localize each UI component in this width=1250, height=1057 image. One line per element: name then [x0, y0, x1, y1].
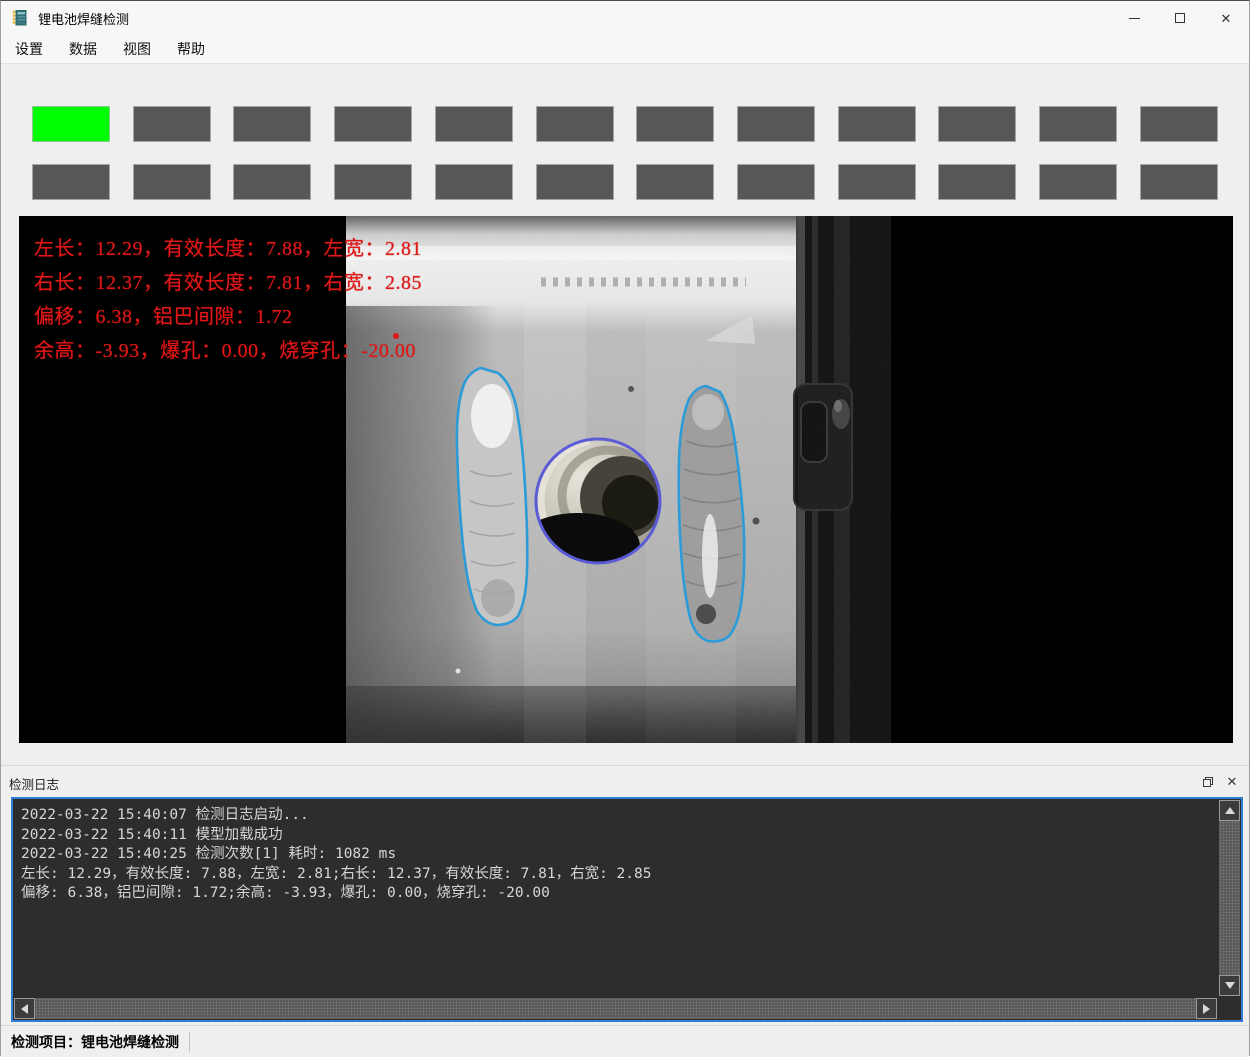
indicator-1-4[interactable] [334, 106, 412, 142]
arrow-down-icon [1225, 982, 1235, 989]
log-viewport[interactable]: 2022-03-22 15:40:07 检测日志启动...2022-03-22 … [11, 797, 1243, 1022]
arrow-right-icon [1203, 1004, 1210, 1014]
indicator-2-10[interactable] [938, 164, 1016, 200]
overlay-line-1: 左长：12.29，有效长度：7.88，左宽：2.81 [34, 232, 422, 258]
log-dock: 检测日志 ✕ 2022-03-22 15:40:07 检测日志启动...2022… [1, 765, 1249, 1025]
menu-item-4[interactable]: 帮助 [173, 37, 209, 61]
status-separator [189, 1032, 190, 1052]
indicator-2-12[interactable] [1140, 164, 1218, 200]
log-line-3: 2022-03-22 15:40:25 检测次数[1] 耗时: 1082 ms [21, 845, 1209, 865]
close-icon: ✕ [1221, 12, 1232, 25]
scroll-left-button[interactable] [14, 998, 35, 1019]
overlay-line-2: 右长：12.37，有效长度：7.81，右宽：2.85 [34, 266, 422, 292]
menu-bar: 设置数据视图帮助 [1, 35, 1249, 64]
menu-item-2[interactable]: 数据 [65, 37, 101, 61]
indicator-2-8[interactable] [737, 164, 815, 200]
indicator-1-6[interactable] [536, 106, 614, 142]
scroll-up-button[interactable] [1219, 800, 1240, 821]
window-controls: ✕ [1111, 1, 1249, 35]
inspection-photo [346, 216, 891, 743]
log-line-2: 2022-03-22 15:40:11 模型加载成功 [21, 826, 1209, 846]
indicator-2-9[interactable] [838, 164, 916, 200]
log-dock-title: 检测日志 [9, 774, 59, 793]
indicator-1-2[interactable] [133, 106, 211, 142]
float-icon [1202, 776, 1214, 788]
log-text: 2022-03-22 15:40:07 检测日志启动...2022-03-22 … [21, 806, 1209, 994]
indicator-2-4[interactable] [334, 164, 412, 200]
indicator-1-12[interactable] [1140, 106, 1218, 142]
app-icon [11, 9, 29, 27]
indicator-1-9[interactable] [838, 106, 916, 142]
indicator-2-6[interactable] [536, 164, 614, 200]
minimize-icon [1129, 18, 1140, 19]
indicator-1-10[interactable] [938, 106, 1016, 142]
arrow-up-icon [1225, 807, 1235, 814]
indicator-1-8[interactable] [737, 106, 815, 142]
maximize-button[interactable] [1157, 1, 1203, 35]
indicator-1-7[interactable] [636, 106, 714, 142]
indicator-row-2 [32, 164, 1218, 200]
log-line-1: 2022-03-22 15:40:07 检测日志启动... [21, 806, 1209, 826]
indicator-2-2[interactable] [133, 164, 211, 200]
indicator-2-3[interactable] [233, 164, 311, 200]
indicator-2-5[interactable] [435, 164, 513, 200]
indicator-1-1[interactable] [32, 106, 110, 142]
maximize-icon [1175, 13, 1185, 23]
indicator-row-1 [32, 106, 1218, 142]
indicator-2-1[interactable] [32, 164, 110, 200]
overlay-line-4: 余高：-3.93，爆孔：0.00，烧穿孔：-20.00 [34, 334, 416, 360]
arrow-left-icon [21, 1004, 28, 1014]
scroll-right-button[interactable] [1196, 998, 1217, 1019]
status-bar: 检测项目：锂电池焊缝检测 [1, 1025, 1249, 1057]
horizontal-scroll-track[interactable] [35, 998, 1196, 1019]
dock-close-icon: ✕ [1227, 774, 1238, 790]
menu-item-1[interactable]: 设置 [11, 37, 47, 61]
title-bar: 锂电池焊缝检测 ✕ [1, 1, 1249, 35]
indicator-1-11[interactable] [1039, 106, 1117, 142]
scroll-down-button[interactable] [1219, 975, 1240, 996]
log-vertical-scrollbar[interactable] [1219, 800, 1240, 996]
indicator-1-3[interactable] [233, 106, 311, 142]
log-line-4: 左长: 12.29，有效长度: 7.88，左宽: 2.81;右长: 12.37，… [21, 865, 1209, 885]
vertical-scroll-track[interactable] [1219, 821, 1240, 975]
indicator-1-5[interactable] [435, 106, 513, 142]
window-title: 锂电池焊缝检测 [38, 9, 129, 28]
minimize-button[interactable] [1111, 1, 1157, 35]
dock-float-button[interactable] [1199, 773, 1217, 791]
log-dock-header: 检测日志 ✕ [1, 766, 1249, 797]
log-line-5: 偏移: 6.38，铝巴间隙: 1.72;余高: -3.93，爆孔: 0.00，烧… [21, 884, 1209, 904]
menu-item-3[interactable]: 视图 [119, 37, 155, 61]
indicator-2-7[interactable] [636, 164, 714, 200]
dock-close-button[interactable]: ✕ [1223, 773, 1241, 791]
project-label: 检测项目：锂电池焊缝检测 [11, 1032, 179, 1052]
close-button[interactable]: ✕ [1203, 1, 1249, 35]
defect-marker-dot [393, 333, 399, 339]
indicator-2-11[interactable] [1039, 164, 1117, 200]
image-viewer[interactable]: 左长：12.29，有效长度：7.88，左宽：2.81 右长：12.37，有效长度：… [19, 216, 1233, 743]
overlay-line-3: 偏移：6.38，铝巴间隙：1.72 [34, 300, 293, 326]
log-horizontal-scrollbar[interactable] [14, 998, 1217, 1019]
